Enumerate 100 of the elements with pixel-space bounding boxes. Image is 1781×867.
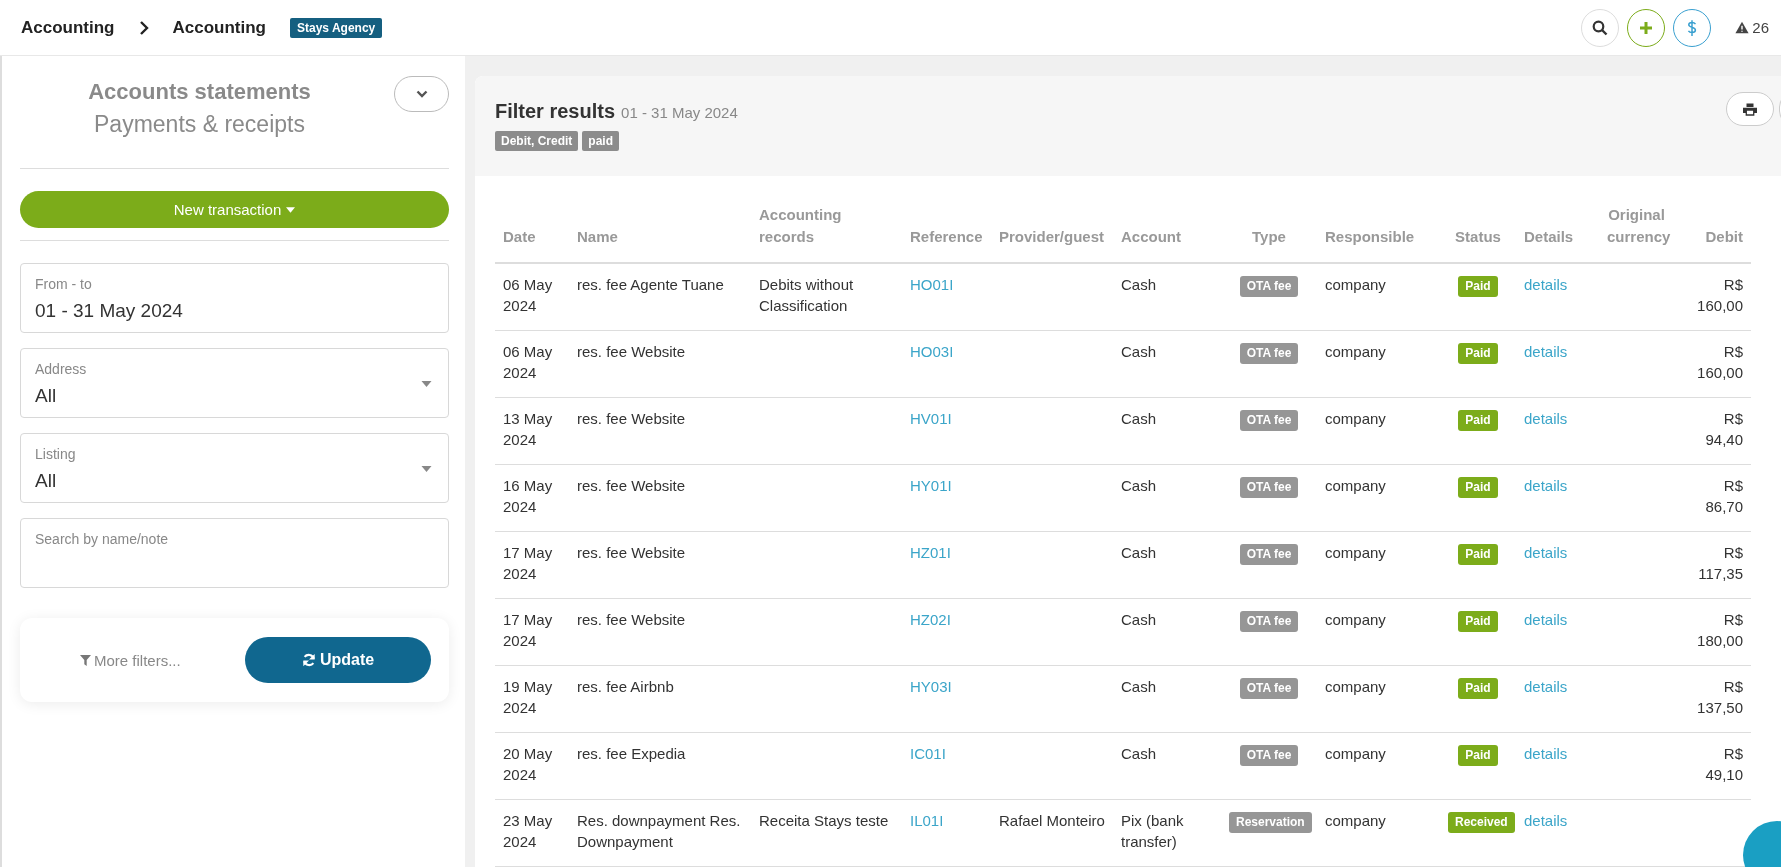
name-cell: res. fee Website bbox=[569, 397, 751, 464]
details-link[interactable]: details bbox=[1524, 476, 1568, 494]
new-transaction-button[interactable]: New transaction bbox=[20, 191, 449, 228]
add-button[interactable] bbox=[1627, 8, 1666, 47]
name-cell: res. fee Website bbox=[569, 330, 751, 397]
more-filters-link[interactable]: More filters... bbox=[80, 651, 181, 669]
breadcrumb-link[interactable]: Accounting bbox=[172, 17, 266, 38]
account-cell: Cash bbox=[1113, 464, 1221, 531]
status-badge: Paid bbox=[1458, 543, 1498, 566]
column-header: Reference bbox=[902, 176, 991, 263]
status-badge: Paid bbox=[1458, 476, 1498, 499]
column-header: Account bbox=[1113, 176, 1221, 263]
printer-icon bbox=[1743, 102, 1757, 116]
account-cell: Cash bbox=[1113, 665, 1221, 732]
responsible-cell: company bbox=[1317, 330, 1440, 397]
responsible-cell: company bbox=[1317, 598, 1440, 665]
responsible-cell: company bbox=[1317, 262, 1440, 330]
sidebar-subtitle: Payments & receipts bbox=[93, 111, 306, 138]
search-icon bbox=[1592, 19, 1609, 36]
responsible-cell: company bbox=[1317, 665, 1440, 732]
name-cell: res. fee Website bbox=[569, 464, 751, 531]
sidebar-title: Accounts statements bbox=[88, 78, 311, 105]
type-badge: OTA fee bbox=[1239, 543, 1299, 566]
type-badge: OTA fee bbox=[1239, 476, 1299, 499]
reference-link[interactable]: HY01I bbox=[910, 476, 952, 494]
breadcrumb-link[interactable]: Accounting bbox=[21, 17, 115, 38]
type-badge: OTA fee bbox=[1239, 342, 1299, 365]
debit-cell-text: R$ 180,00 bbox=[1696, 609, 1743, 652]
column-header: Status bbox=[1440, 176, 1516, 263]
details-link[interactable]: details bbox=[1524, 811, 1568, 829]
reference-link[interactable]: HZ01I bbox=[910, 543, 951, 561]
type-badge: OTA fee bbox=[1239, 744, 1299, 767]
debit-cell-text: R$ 86,70 bbox=[1704, 475, 1743, 518]
chevron-down-icon bbox=[415, 90, 428, 98]
collapse-button[interactable] bbox=[394, 76, 449, 112]
caret-icon bbox=[286, 206, 296, 213]
debit-cell-text: R$ 94,40 bbox=[1704, 408, 1743, 451]
type-badge: OTA fee bbox=[1239, 409, 1299, 432]
print-button[interactable] bbox=[1726, 92, 1774, 126]
details-link[interactable]: details bbox=[1524, 543, 1568, 561]
name-cell: res. fee Website bbox=[569, 598, 751, 665]
status-badge: Paid bbox=[1458, 409, 1498, 432]
type-badge: Reservation bbox=[1229, 811, 1312, 834]
results-title: Filter results bbox=[495, 100, 616, 123]
records-cell: Receita Stays teste bbox=[759, 811, 889, 829]
reference-link[interactable]: HV01I bbox=[910, 409, 952, 427]
details-link[interactable]: details bbox=[1524, 275, 1568, 293]
responsible-cell: company bbox=[1317, 531, 1440, 598]
status-badge: Paid bbox=[1458, 342, 1498, 365]
account-cell: Cash bbox=[1113, 531, 1221, 598]
caret-icon bbox=[421, 381, 432, 387]
agency-badge: Stays Agency bbox=[290, 17, 383, 38]
details-link[interactable]: details bbox=[1524, 342, 1568, 360]
name-cell: Res. downpayment Res. Downpayment bbox=[569, 799, 751, 866]
date-cell: 06 May 2024 bbox=[495, 262, 569, 330]
reference-link[interactable]: IC01I bbox=[910, 744, 946, 762]
plus-icon bbox=[1638, 19, 1655, 36]
debit-cell-text: R$ 137,50 bbox=[1696, 676, 1743, 719]
details-link[interactable]: details bbox=[1524, 744, 1568, 762]
alerts-link[interactable]: 26 bbox=[1735, 19, 1769, 36]
column-header: Date bbox=[495, 176, 569, 263]
date-cell: 17 May 2024 bbox=[495, 598, 569, 665]
name-cell: res. fee Agente Tuane bbox=[569, 262, 751, 330]
account-cell: Cash bbox=[1113, 598, 1221, 665]
select-field[interactable]: Listing All bbox=[20, 433, 449, 503]
responsible-cell: company bbox=[1317, 397, 1440, 464]
date-cell: 13 May 2024 bbox=[495, 397, 569, 464]
date-cell: 19 May 2024 bbox=[495, 665, 569, 732]
date-range-field[interactable]: From - to 01 - 31 May 2024 bbox=[20, 263, 449, 333]
debit-cell-text: R$ 160,00 bbox=[1696, 341, 1743, 384]
reference-link[interactable]: HO01I bbox=[910, 275, 954, 293]
search-field[interactable]: Search by name/note bbox=[20, 518, 449, 588]
responsible-cell: company bbox=[1317, 464, 1440, 531]
account-cell: Pix (bank transfer) bbox=[1113, 799, 1221, 866]
debit-cell-text: R$ 49,10 bbox=[1704, 743, 1743, 786]
reference-link[interactable]: HZ02I bbox=[910, 610, 951, 628]
select-field[interactable]: Address All bbox=[20, 348, 449, 418]
column-header: Debit bbox=[1674, 176, 1751, 263]
status-badge: Paid bbox=[1458, 610, 1498, 633]
status-badge: Paid bbox=[1458, 744, 1498, 767]
account-cell: Cash bbox=[1113, 262, 1221, 330]
type-badge: OTA fee bbox=[1239, 610, 1299, 633]
update-button[interactable]: Update bbox=[245, 637, 431, 683]
warning-icon bbox=[1735, 21, 1750, 34]
date-cell: 20 May 2024 bbox=[495, 732, 569, 799]
details-link[interactable]: details bbox=[1524, 409, 1568, 427]
filter-tag: Debit, Credit bbox=[495, 131, 579, 151]
search-button[interactable] bbox=[1581, 8, 1620, 47]
money-button[interactable] bbox=[1673, 8, 1712, 47]
reference-link[interactable]: HY03I bbox=[910, 677, 952, 695]
account-cell: Cash bbox=[1113, 330, 1221, 397]
responsible-cell: company bbox=[1317, 799, 1440, 866]
reference-link[interactable]: IL01I bbox=[910, 811, 944, 829]
status-badge: Paid bbox=[1458, 677, 1498, 700]
date-cell: 17 May 2024 bbox=[495, 531, 569, 598]
details-link[interactable]: details bbox=[1524, 677, 1568, 695]
reference-link[interactable]: HO03I bbox=[910, 342, 954, 360]
status-badge: Received bbox=[1448, 811, 1515, 834]
details-link[interactable]: details bbox=[1524, 610, 1568, 628]
date-cell: 23 May 2024 bbox=[495, 799, 569, 866]
